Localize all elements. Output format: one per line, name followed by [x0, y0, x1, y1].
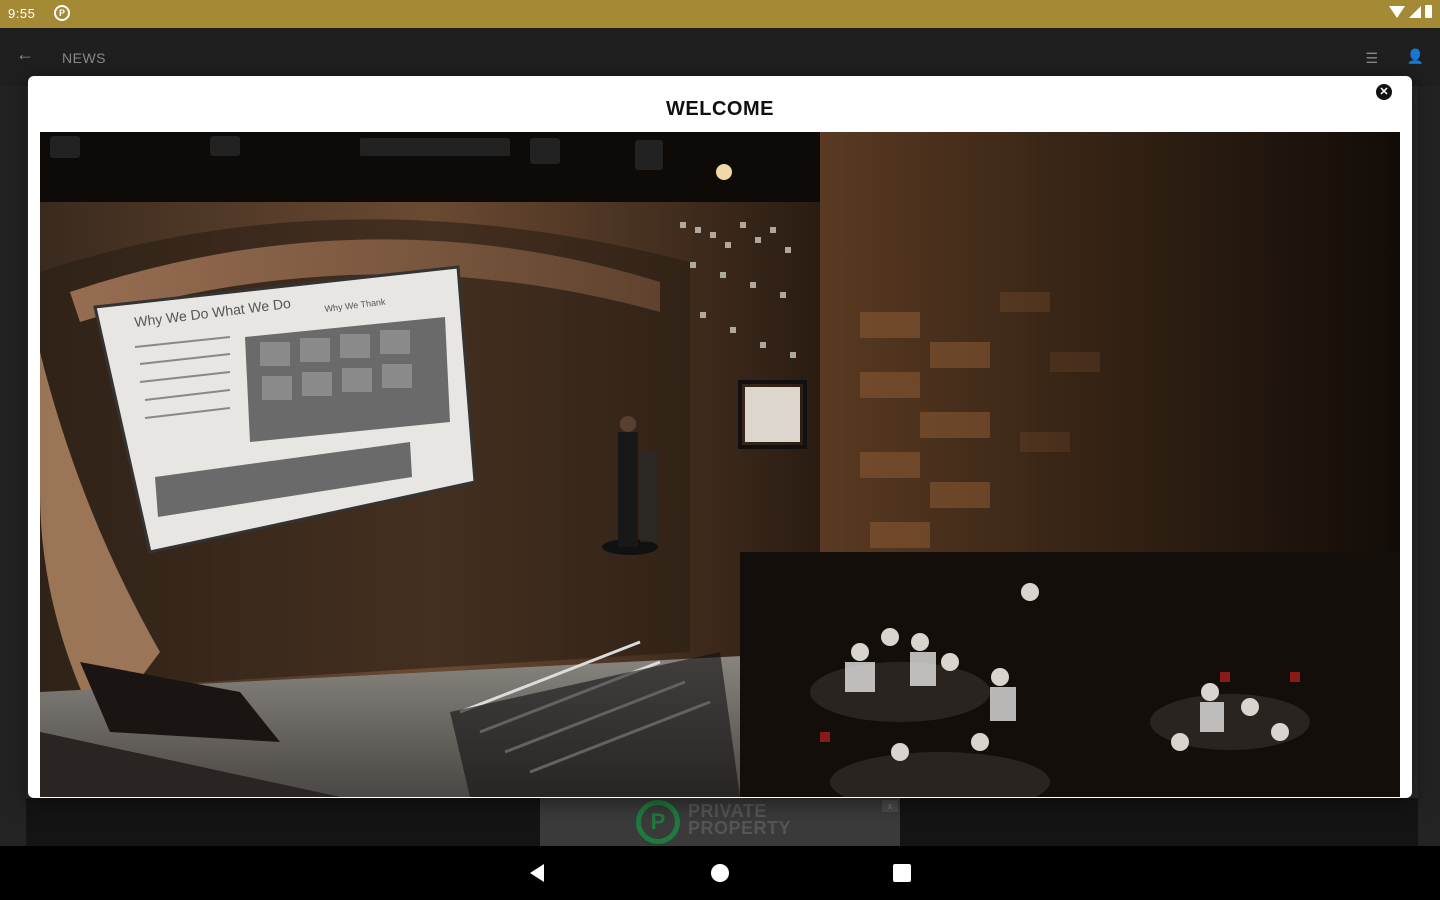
clock: 9:55 [8, 6, 36, 21]
ad-banner[interactable]: P PRIVATE PROPERTY x [540, 798, 900, 846]
system-nav-bar [0, 846, 1440, 900]
close-circle-icon[interactable]: ✕ [1376, 84, 1392, 100]
arrow-back-icon[interactable]: ← [16, 44, 34, 65]
status-bar: 9:55 P [0, 0, 1440, 28]
background-panel-left [0, 86, 26, 846]
welcome-image: Why We Do What We Do Why We Thank [40, 132, 1400, 797]
nav-recents-icon[interactable] [893, 864, 911, 882]
background-panel-right [1418, 86, 1440, 846]
welcome-dialog: WELCOME ✕ Why We Do What We Do Why We Th… [28, 76, 1412, 798]
user-icon[interactable]: 👤 [1407, 48, 1424, 65]
ad-close-icon[interactable]: x [882, 800, 898, 812]
page-title: NEWS [62, 50, 106, 66]
ad-logo: P [636, 800, 680, 844]
notification-icon: P [54, 5, 70, 21]
menu-icon[interactable]: ☰ [1365, 50, 1378, 67]
ad-brand-line2: PROPERTY [688, 818, 792, 838]
wifi-icon [1389, 5, 1405, 18]
nav-home-icon[interactable] [711, 864, 729, 882]
system-icons [1389, 5, 1432, 18]
event-photo-illustration: Why We Do What We Do Why We Thank [40, 132, 1400, 797]
nav-back-icon[interactable] [530, 864, 544, 882]
battery-icon [1425, 5, 1432, 18]
signal-icon [1409, 5, 1421, 18]
dialog-title: WELCOME [666, 98, 774, 120]
